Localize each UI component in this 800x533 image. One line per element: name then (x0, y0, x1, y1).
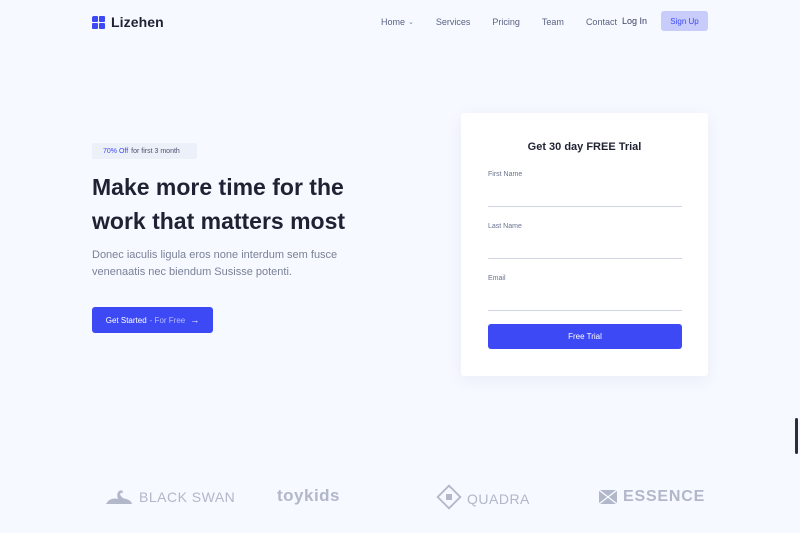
partner-logo-black-swan: BLACK SWAN (104, 488, 235, 506)
promo-discount: 70% Off (103, 147, 129, 155)
hero-headline: Make more time for the work that matters… (92, 170, 392, 238)
promo-badge: 70% Off for first 3 month (92, 143, 197, 159)
nav-label: Contact (585, 17, 617, 27)
nav-item-contact[interactable]: Contact (586, 17, 617, 27)
nav-label: Team (541, 17, 564, 27)
subtext-line-2: venenaatis nec biendum Susisse potenti. (92, 266, 292, 278)
form-title: Get 30 day FREE Trial (527, 141, 642, 153)
partner-logo-toykids: toykids (277, 486, 340, 506)
envelope-icon (599, 490, 617, 504)
email-field[interactable] (488, 291, 682, 311)
partner-logo-quadra: QUADRA (436, 484, 530, 510)
main-nav: Home ⌄ Services Pricing Team Contact (381, 12, 639, 32)
cta-sub-label: - For Free (149, 315, 186, 325)
get-started-button[interactable]: Get Started - For Free → (92, 307, 213, 333)
nav-item-services[interactable]: Services (436, 17, 471, 27)
hero-subtext: Donec iaculis ligula eros none interdum … (92, 247, 362, 281)
first-name-label: First Name (488, 171, 523, 178)
diamond-icon (436, 484, 462, 510)
page-scrollbar-thumb[interactable] (795, 418, 798, 454)
partner-name: toykids (277, 486, 341, 505)
nav-label: Home (381, 17, 406, 27)
nav-item-home[interactable]: Home ⌄ (381, 17, 414, 27)
last-name-field[interactable] (488, 239, 682, 259)
partner-name: BLACK SWAN (139, 489, 236, 505)
partner-logo-essence: ESSENCE (599, 488, 705, 506)
swan-icon (106, 490, 132, 504)
arrow-right-icon: → (190, 315, 200, 325)
trial-form-card: Get 30 day FREE Trial First Name Last Na… (461, 113, 708, 376)
brand-logo[interactable]: Lizehen (92, 14, 164, 30)
logo-grid-icon (92, 15, 105, 29)
nav-label: Services (435, 17, 471, 27)
nav-item-team[interactable]: Team (542, 17, 564, 27)
cta-label: Get Started (105, 315, 147, 325)
first-name-field[interactable] (488, 187, 682, 207)
site-header: Lizehen Home ⌄ Services Pricing Team Con… (0, 0, 800, 44)
login-link[interactable]: Log In (622, 16, 647, 26)
nav-item-pricing[interactable]: Pricing (492, 17, 520, 27)
brand-name: Lizehen (111, 14, 164, 30)
headline-line-1: Make more time for the (92, 174, 344, 200)
headline-line-2: work that matters most (92, 208, 346, 234)
signup-button[interactable]: Sign Up (661, 11, 708, 31)
partner-name: ESSENCE (623, 488, 706, 505)
subtext-line-1: Donec iaculis ligula eros none interdum … (92, 249, 338, 261)
free-trial-button[interactable]: Free Trial (488, 324, 682, 349)
nav-label: Pricing (492, 17, 520, 27)
promo-text: for first 3 month (131, 147, 180, 155)
last-name-label: Last Name (488, 223, 522, 230)
partner-name: QUADRA (467, 491, 530, 507)
email-label: Email (488, 275, 506, 282)
chevron-down-icon: ⌄ (408, 19, 414, 26)
